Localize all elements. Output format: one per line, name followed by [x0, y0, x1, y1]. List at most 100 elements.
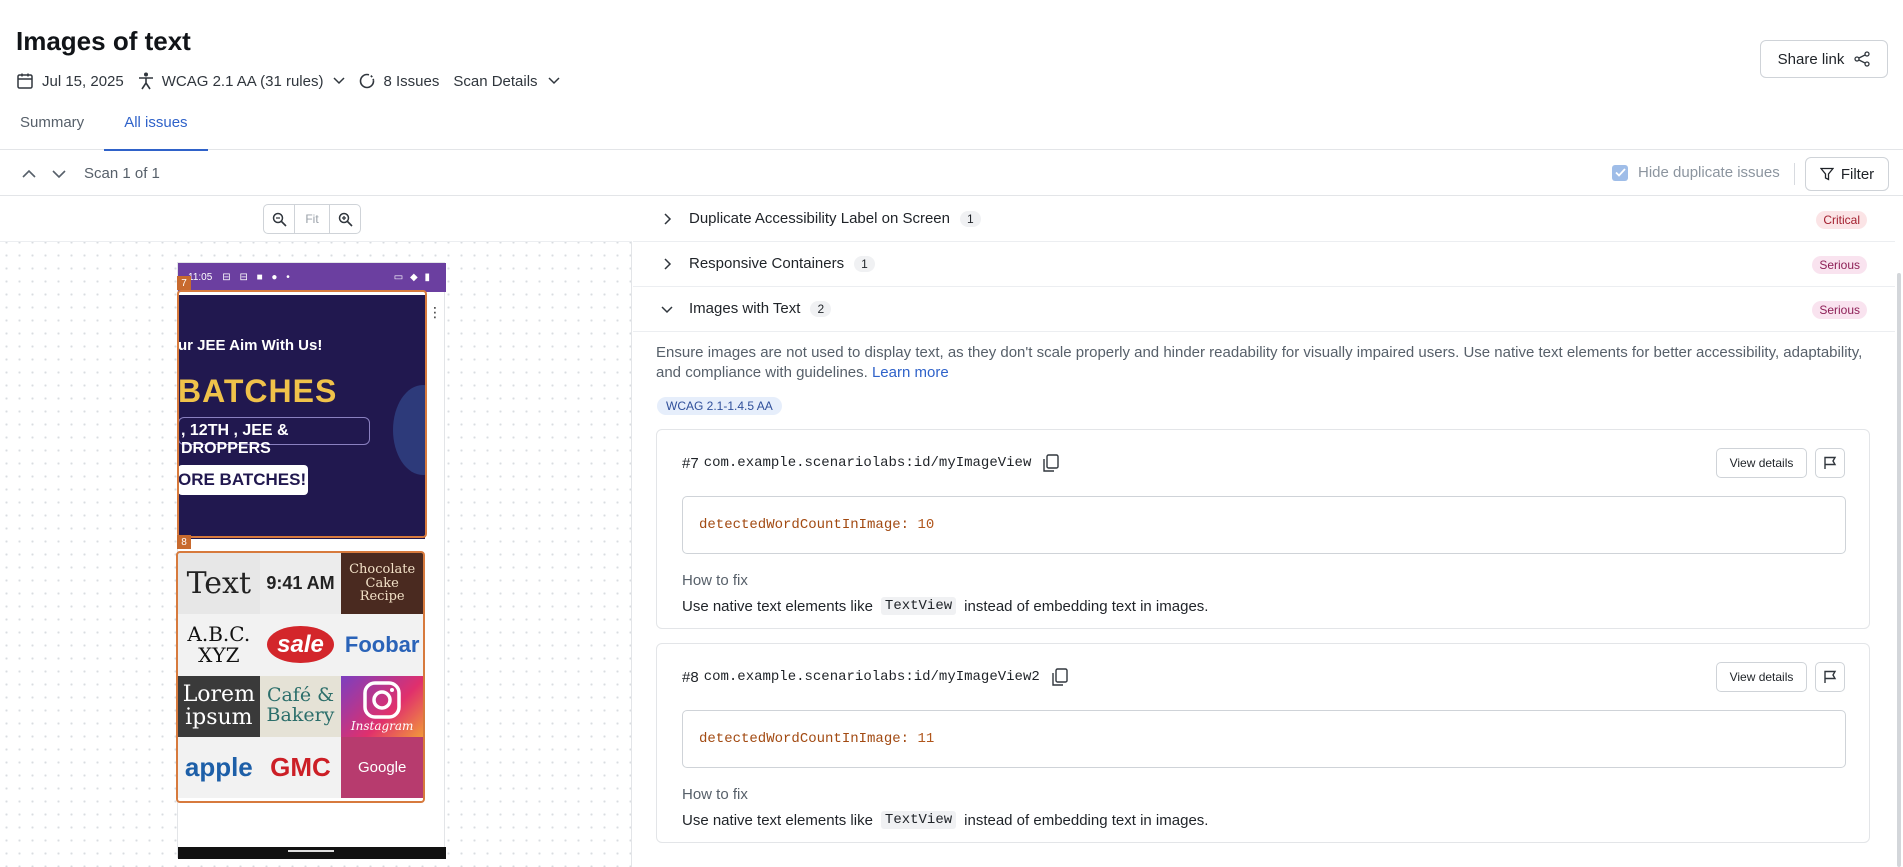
- chevron-right-icon: [664, 213, 672, 225]
- home-indicator: [288, 850, 334, 852]
- issues-icon: [360, 73, 375, 89]
- fix-prefix: Use native text elements like: [682, 597, 873, 615]
- filter-icon: [1819, 167, 1834, 181]
- issue-count: 1: [959, 210, 981, 227]
- severity-badge: Serious: [1812, 301, 1867, 319]
- zoom-bar: Fit: [0, 197, 632, 242]
- issue-name-label: Images with Text: [689, 300, 801, 317]
- issue-name-label: Responsive Containers: [689, 255, 845, 272]
- status-time: 11:05: [188, 272, 213, 283]
- issue-title: Responsive Containers 1: [689, 255, 875, 272]
- fix-suffix: instead of embedding text in images.: [964, 811, 1209, 829]
- issue-description: Ensure images are not used to display te…: [656, 343, 1886, 383]
- check-icon: [1614, 168, 1626, 177]
- hide-duplicates-checkbox[interactable]: [1612, 164, 1628, 181]
- instance-header: #8 com.example.scenariolabs:id/myImageVi…: [682, 668, 1068, 686]
- scan-toolbar: Scan 1 of 1 Hide duplicate issues Filter: [0, 151, 1903, 196]
- marker-7: 7: [177, 276, 191, 290]
- instance-path: com.example.scenariolabs:id/myImageView2: [703, 669, 1040, 685]
- issues-panel: Duplicate Accessibility Label on Screen …: [633, 197, 1903, 867]
- issue-count: 1: [854, 255, 875, 272]
- tab-bar: Summary All issues: [0, 110, 208, 151]
- highlight-box-7[interactable]: [177, 290, 427, 538]
- learn-more-link[interactable]: Learn more: [872, 364, 949, 381]
- chevron-down-icon: [548, 77, 560, 85]
- view-details-button[interactable]: View details: [1716, 662, 1807, 692]
- status-icons: ⊟ ⊟ ■ ● •: [222, 272, 293, 283]
- zoom-out-icon: [272, 212, 287, 227]
- instance-path: com.example.scenariolabs:id/myImageView: [703, 455, 1032, 471]
- issue-description-text: Ensure images are not used to display te…: [656, 344, 1863, 381]
- fix-prefix: Use native text elements like: [682, 811, 873, 829]
- how-to-fix-label: How to fix: [682, 786, 748, 803]
- scrollbar[interactable]: [1897, 273, 1901, 867]
- severity-badge: Serious: [1812, 256, 1867, 274]
- issue-row-responsive-containers[interactable]: Responsive Containers 1 Serious: [633, 242, 1895, 287]
- filter-button[interactable]: Filter: [1805, 157, 1889, 191]
- instance-header: #7 com.example.scenariolabs:id/myImageVi…: [682, 454, 1060, 472]
- hide-duplicates-toggle[interactable]: Hide duplicate issues: [1612, 164, 1780, 181]
- tab-summary[interactable]: Summary: [0, 110, 104, 150]
- scan-meta: Jul 15, 2025 WCAG 2.1 AA (31 rules) 8 Is…: [16, 68, 574, 94]
- device-status-bar: 11:05 ⊟ ⊟ ■ ● • ▭ ◆ ▮: [178, 263, 446, 292]
- marker-8: 8: [177, 535, 191, 549]
- chevron-down-icon[interactable]: [50, 165, 68, 183]
- issue-title: Images with Text 2: [689, 300, 832, 317]
- share-link-label: Share link: [1777, 50, 1845, 68]
- hide-duplicates-label: Hide duplicate issues: [1638, 164, 1780, 181]
- copy-icon[interactable]: [1043, 454, 1060, 472]
- toolbar-divider: [1794, 163, 1795, 185]
- flag-button[interactable]: [1815, 662, 1845, 692]
- fix-code: TextView: [880, 597, 957, 615]
- chevron-right-icon: [664, 258, 672, 270]
- chevron-down-icon: [661, 306, 673, 314]
- copy-icon[interactable]: [1052, 668, 1068, 686]
- standard-selector[interactable]: WCAG 2.1 AA (31 rules): [138, 72, 346, 90]
- accessibility-icon: [138, 72, 153, 90]
- code-snippet: detectedWordCountInImage: 11: [682, 710, 1846, 768]
- status-right-icons: ▭ ◆ ▮: [393, 272, 432, 283]
- chevron-down-icon: [333, 77, 345, 85]
- wcag-criterion-badge: WCAG 2.1-1.4.5 AA: [657, 397, 782, 415]
- scan-date: Jul 15, 2025: [16, 72, 124, 90]
- zoom-controls: Fit: [263, 204, 361, 234]
- issue-count: 2: [810, 300, 832, 317]
- code-value: 11: [917, 731, 935, 747]
- fix-suffix: instead of embedding text in images.: [964, 597, 1209, 615]
- fix-code: TextView: [880, 811, 957, 829]
- how-to-fix-label: How to fix: [682, 572, 748, 589]
- page-header: Images of text Jul 15, 2025 WCAG 2.1 AA …: [0, 0, 1903, 151]
- issue-title: Duplicate Accessibility Label on Screen …: [689, 210, 981, 227]
- code-key: detectedWordCountInImage:: [699, 731, 910, 747]
- device-nav-bar: [178, 847, 446, 859]
- code-key: detectedWordCountInImage:: [699, 517, 910, 533]
- chevron-up-icon[interactable]: [20, 165, 38, 183]
- highlight-box-8[interactable]: [176, 551, 425, 803]
- issue-row-duplicate-label[interactable]: Duplicate Accessibility Label on Screen …: [633, 197, 1895, 242]
- scan-details-dropdown[interactable]: Scan Details: [453, 72, 560, 90]
- issues-count: 8 Issues: [359, 73, 439, 90]
- standard-label: WCAG 2.1 AA (31 rules): [161, 72, 324, 90]
- zoom-out-button[interactable]: [264, 205, 294, 233]
- view-details-button[interactable]: View details: [1716, 448, 1807, 478]
- zoom-in-button[interactable]: [330, 205, 360, 233]
- issue-row-images-with-text[interactable]: Images with Text 2 Serious: [633, 287, 1895, 332]
- filter-label: Filter: [1840, 165, 1875, 183]
- scan-counter: Scan 1 of 1: [84, 165, 160, 182]
- tab-all-issues[interactable]: All issues: [104, 110, 208, 151]
- issue-instance-card: #7 com.example.scenariolabs:id/myImageVi…: [656, 429, 1870, 629]
- issue-name-label: Duplicate Accessibility Label on Screen: [689, 210, 950, 227]
- issues-label: 8 Issues: [383, 72, 440, 90]
- flag-icon: [1824, 456, 1837, 469]
- share-link-button[interactable]: Share link: [1760, 40, 1888, 78]
- flag-button[interactable]: [1815, 448, 1845, 478]
- severity-badge: Critical: [1816, 211, 1867, 229]
- scan-date-label: Jul 15, 2025: [42, 72, 124, 90]
- flag-icon: [1824, 670, 1837, 683]
- page-title: Images of text: [16, 26, 191, 56]
- zoom-fit-button[interactable]: Fit: [294, 205, 330, 233]
- calendar-icon: [17, 73, 33, 89]
- share-icon: [1854, 51, 1870, 67]
- fix-instructions: Use native text elements like TextView i…: [682, 597, 1208, 615]
- scan-details-label: Scan Details: [453, 72, 538, 90]
